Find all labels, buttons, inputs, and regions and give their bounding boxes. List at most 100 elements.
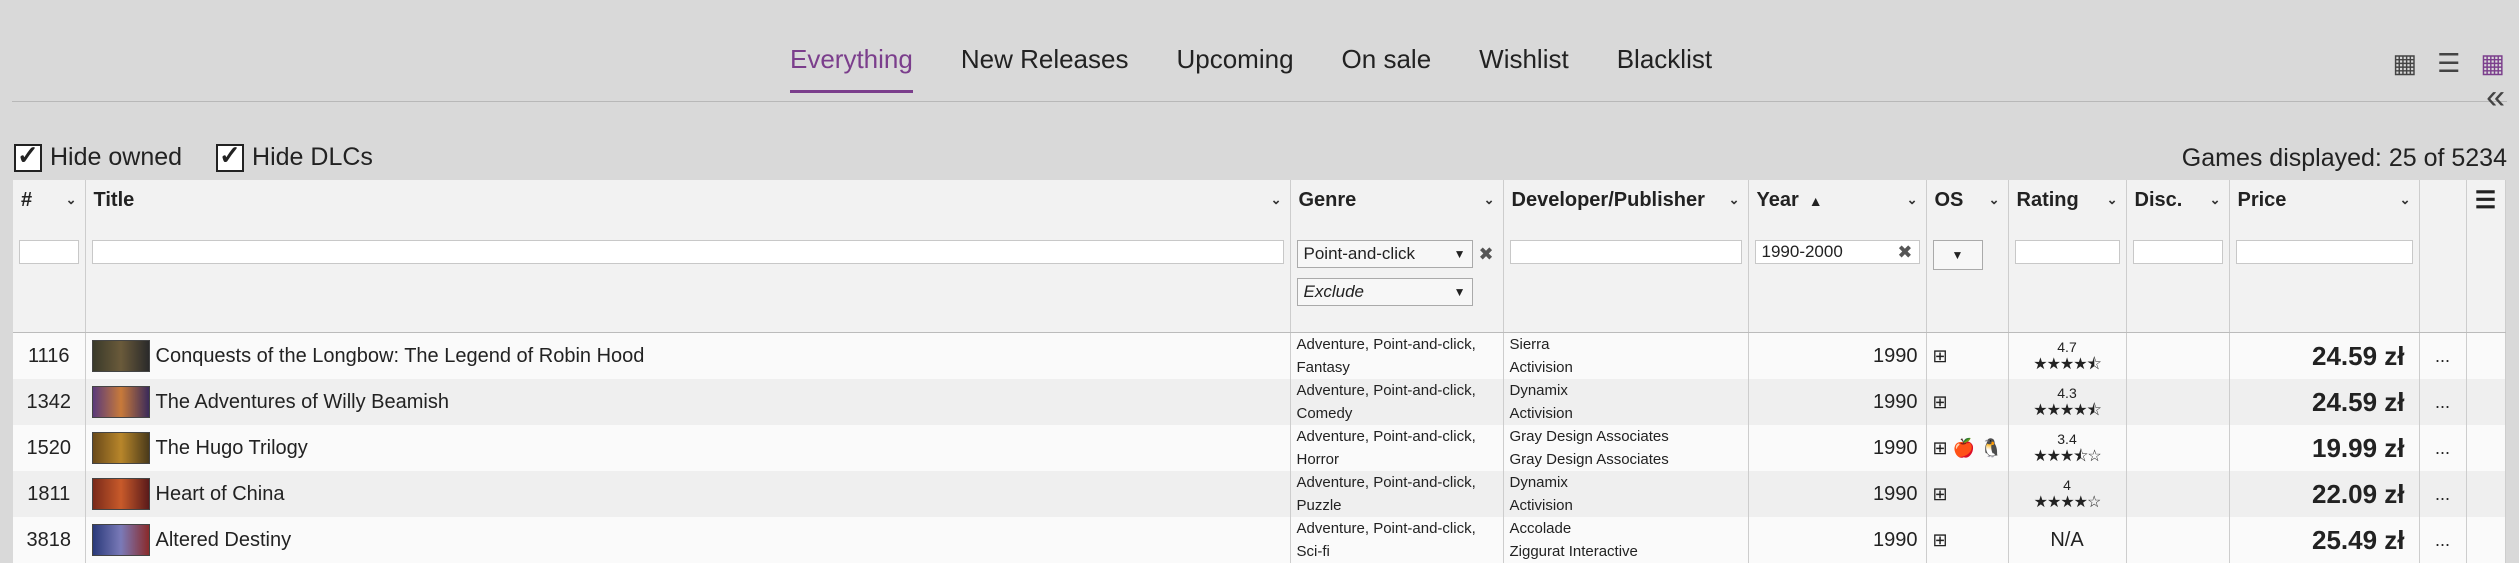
games-table: # ⌄ Title ⌄ Genre ⌄ Developer/Publisher ⌄ Ye… [13,180,2506,563]
discount [2126,332,2230,379]
discount [2126,517,2230,563]
col-header-discount[interactable]: Disc. ⌄ [2126,180,2230,220]
table-row[interactable]: 1520 The Hugo Trilogy Adventure, Point-a… [13,425,2506,471]
windows-icon: ⊞ [1926,471,2009,517]
more-options-button[interactable]: ... [2419,425,2467,471]
tab-upcoming[interactable]: Upcoming [1176,44,1293,93]
genre-line: Puzzle [1296,497,1342,514]
caret-down-icon: ▼ [1951,248,1964,262]
collapse-sidebar-icon[interactable]: « [2486,78,2505,117]
row-number: 1116 [13,332,86,379]
game-title[interactable]: The Adventures of Willy Beamish [156,391,449,414]
game-thumbnail[interactable] [91,478,150,510]
table-row[interactable]: 1811 Heart of China Adventure, Point-and… [13,471,2506,517]
col-header-developer[interactable]: Developer/Publisher ⌄ [1503,180,1749,220]
list-view-icon[interactable]: ☰ [2437,48,2460,79]
release-year: 1990 [1748,471,1927,517]
rating-stars-icon: ★★★★☆ [2033,494,2102,511]
developer-filter-input[interactable] [1509,240,1742,264]
hide-owned-label: Hide owned [50,143,183,171]
table-row[interactable]: 1342 The Adventures of Willy Beamish Adv… [13,379,2506,425]
publisher: Activision [1509,405,1573,422]
price: 24.59 zł [2229,379,2420,425]
grid-view-icon[interactable]: ▦ [2393,48,2418,79]
chevron-down-icon[interactable]: ⌄ [1271,192,1282,208]
game-thumbnail[interactable] [91,432,150,464]
discount [2126,425,2230,471]
col-header-year[interactable]: Year ▲ ⌄ [1748,180,1927,220]
release-year: 1990 [1748,379,1927,425]
clear-year-filter-icon[interactable]: ✖ [1897,241,1912,263]
publisher: Activision [1509,497,1573,514]
hide-dlcs-checkbox[interactable] [216,140,245,172]
developer: Dynamix [1509,382,1568,399]
hide-owned-checkbox[interactable] [14,140,42,172]
price: 25.49 zł [2229,517,2420,563]
table-row[interactable]: 1116 Conquests of the Longbow: The Legen… [13,332,2506,379]
game-title[interactable]: The Hugo Trilogy [156,437,308,460]
price: 24.59 zł [2229,332,2420,379]
price-filter-input[interactable] [2235,240,2413,264]
row-number: 1811 [13,471,86,517]
tab-wishlist[interactable]: Wishlist [1479,44,1569,93]
view-switcher: ▦ ☰ ▦ [2393,48,2505,79]
discount-filter-input[interactable] [2132,240,2223,264]
release-year: 1990 [1748,517,1927,563]
chevron-down-icon[interactable]: ⌄ [1989,192,2000,208]
tab-on-sale[interactable]: On sale [1342,44,1432,93]
chevron-down-icon[interactable]: ⌄ [2400,192,2411,208]
tab-new-releases[interactable]: New Releases [961,44,1129,93]
windows-icon: ⊞ [1926,379,2009,425]
col-header-title[interactable]: Title ⌄ [85,180,1291,220]
chevron-down-icon[interactable]: ⌄ [1907,192,1918,208]
more-options-button[interactable]: ... [2419,332,2467,379]
more-options-button[interactable]: ... [2419,471,2467,517]
more-options-button[interactable]: ... [2419,379,2467,425]
rating-filter-input[interactable] [2014,240,2120,264]
table-row[interactable]: 3818 Altered Destiny Adventure, Point-an… [13,517,2506,563]
rating-value: 3.4 [2057,431,2077,447]
chevron-down-icon[interactable]: ⌄ [1729,192,1740,208]
game-title[interactable]: Altered Destiny [156,529,292,552]
os-filter-select[interactable]: ▼ [1932,240,1983,270]
hide-dlcs-toggle[interactable]: Hide DLCs [216,140,373,172]
clear-genre-filter-icon[interactable]: ✖ [1479,244,1494,265]
chevron-down-icon[interactable]: ⌄ [1484,192,1495,208]
col-header-genre[interactable]: Genre ⌄ [1290,180,1504,220]
publisher: Gray Design Associates [1509,451,1669,468]
rating-value: N/A [2050,529,2084,551]
col-header-number[interactable]: # ⌄ [13,180,86,220]
chevron-down-icon[interactable]: ⌄ [66,192,77,208]
genre-filter-select[interactable]: Point-and-click ▼ [1296,240,1473,268]
number-filter-input[interactable] [19,240,79,264]
year-filter-input[interactable]: 1990-2000 ✖ [1754,240,1920,264]
col-header-os[interactable]: OS ⌄ [1926,180,2009,220]
game-title[interactable]: Heart of China [156,483,285,506]
game-thumbnail[interactable] [91,524,150,556]
rating-stars-icon: ★★★⯪☆ [2033,448,2102,465]
col-header-rating[interactable]: Rating ⌄ [2008,180,2127,220]
tab-everything[interactable]: Everything [790,44,913,93]
title-filter-input[interactable] [91,240,1284,264]
game-title[interactable]: Conquests of the Longbow: The Legend of … [156,345,645,368]
hide-owned-toggle[interactable]: Hide owned [14,140,183,172]
col-header-price[interactable]: Price ⌄ [2229,180,2420,220]
discount [2126,379,2230,425]
rating-value: 4.7 [2057,339,2077,355]
game-thumbnail[interactable] [91,340,150,372]
developer: Sierra [1509,336,1550,353]
genre-line: Adventure, Point-and-click, [1296,474,1476,491]
genre-line: Horror [1296,451,1340,468]
genre-line: Adventure, Point-and-click, [1296,428,1476,445]
tab-blacklist[interactable]: Blacklist [1617,44,1712,93]
game-thumbnail[interactable] [91,386,150,418]
table-view-icon[interactable]: ▦ [2480,48,2505,79]
genre-line: Comedy [1296,405,1353,422]
more-options-button[interactable]: ... [2419,517,2467,563]
genre-mode-select[interactable]: Exclude ▼ [1296,278,1473,306]
publisher: Activision [1509,359,1573,376]
column-menu-icon[interactable]: ☰ [2466,180,2506,220]
chevron-down-icon[interactable]: ⌄ [2107,192,2118,208]
chevron-down-icon[interactable]: ⌄ [2210,192,2221,208]
windows-icon: ⊞ [1926,517,2009,563]
